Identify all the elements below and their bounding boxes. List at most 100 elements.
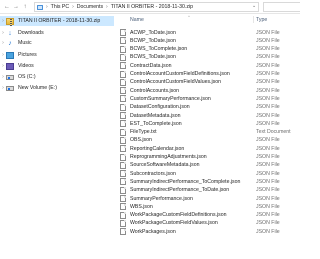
file-row[interactable]: BCWS_ToComplete.json JSON File	[115, 45, 300, 53]
file-type: JSON File	[256, 228, 280, 235]
file-name: WorkPackageCustomFieldValues.json	[130, 220, 218, 227]
file-type: JSON File	[256, 195, 280, 202]
file-row[interactable]: CustomSummaryPerformance.json JSON File	[115, 95, 300, 103]
file-row[interactable]: FileType.txt Text Document	[115, 128, 300, 136]
file-row[interactable]: EST_ToComplete.json JSON File	[115, 120, 300, 128]
breadcrumb-zip[interactable]: TITAN II ORBITER - 2018-11-30.zip	[111, 4, 193, 10]
file-row[interactable]: WBS.json JSON File	[115, 203, 300, 211]
file-name: ReprogrammingAdjustments.json	[130, 154, 207, 161]
file-row[interactable]: OBS.json JSON File	[115, 136, 300, 144]
search-input[interactable]	[263, 2, 300, 12]
file-type: JSON File	[256, 29, 280, 36]
file-type: JSON File	[256, 178, 280, 185]
tree-item-music[interactable]: › ♪ Music	[0, 38, 114, 48]
this-pc-icon	[37, 4, 43, 10]
tree-item-label: OS (C:)	[18, 74, 36, 80]
column-header-name[interactable]: Name ^	[130, 14, 250, 24]
file-row[interactable]: WorkPackageCustomFieldValues.json JSON Fi…	[115, 219, 300, 227]
tree-item-zip[interactable]: › TITAN II ORBITER - 2018-11-30.zip	[0, 16, 114, 26]
pictures-icon	[6, 51, 14, 59]
file-row[interactable]: Subcontractors.json JSON File	[115, 170, 300, 178]
tree-item-label: Music	[18, 40, 32, 46]
file-row[interactable]: ContractData.json JSON File	[115, 62, 300, 70]
json-file-icon	[120, 70, 126, 78]
column-header-label: Name	[130, 16, 144, 23]
file-name: CustomSummaryPerformance.json	[130, 95, 211, 102]
file-row[interactable]: ReprogrammingAdjustments.json JSON File	[115, 153, 300, 161]
file-type: JSON File	[256, 170, 280, 177]
music-icon: ♪	[8, 39, 12, 47]
file-name: ControlAccountCustomFieldDefinitions.jso…	[130, 71, 230, 78]
tree-item-videos[interactable]: › Videos	[0, 61, 114, 71]
json-file-icon	[120, 228, 126, 236]
file-name: ReportingCalendar.json	[130, 145, 185, 152]
zip-folder-icon	[6, 17, 14, 26]
drive-icon	[6, 75, 14, 80]
file-row[interactable]: BCWS_ToDate.json JSON File	[115, 53, 300, 61]
file-name: SummaryIndirectPerformance_ToDate.json	[130, 187, 230, 194]
file-type: JSON File	[256, 95, 280, 102]
tree-item-downloads[interactable]: › ↓ Downloads	[0, 28, 114, 38]
file-type: JSON File	[256, 112, 280, 119]
json-file-icon	[120, 178, 126, 186]
file-name: WBS.json	[130, 203, 153, 210]
forward-icon[interactable]: →	[12, 3, 20, 11]
tree-item-new-volume-e[interactable]: › New Volume (E:)	[0, 83, 114, 93]
breadcrumb[interactable]: › This PC › Documents › TITAN II ORBITER…	[34, 2, 259, 12]
breadcrumb-documents[interactable]: Documents	[77, 4, 103, 10]
file-row[interactable]: ControlAccounts.json JSON File	[115, 87, 300, 95]
file-type: JSON File	[256, 220, 280, 227]
file-row[interactable]: ControlAccountCustomFieldDefinitions.jso…	[115, 70, 300, 78]
file-row[interactable]: ReportingCalendar.json JSON File	[115, 145, 300, 153]
navigation-pane: › TITAN II ORBITER - 2018-11-30.zip › ↓ …	[0, 14, 114, 259]
file-row[interactable]: SummaryPerformance.json JSON File	[115, 195, 300, 203]
drive-icon	[6, 86, 14, 91]
json-file-icon	[120, 45, 126, 53]
json-file-icon	[120, 95, 126, 103]
json-file-icon	[120, 153, 126, 161]
chevron-down-icon[interactable]: ⌄	[252, 3, 256, 9]
json-file-icon	[120, 219, 126, 227]
file-name: OBS.json	[130, 137, 152, 144]
file-row[interactable]: DatasetMetadata.json JSON File	[115, 112, 300, 120]
file-name: BCWP_ToDate.json	[130, 37, 176, 44]
file-type: JSON File	[256, 154, 280, 161]
file-name: SourceSoftwareMetadata.json	[130, 162, 200, 169]
tree-item-pictures[interactable]: › Pictures	[0, 50, 114, 60]
downloads-icon: ↓	[8, 29, 12, 37]
column-header-type[interactable]: Type	[256, 15, 300, 24]
json-file-icon	[120, 87, 126, 95]
file-row[interactable]: BCWP_ToDate.json JSON File	[115, 37, 300, 45]
file-name: FileType.txt	[130, 129, 157, 136]
breadcrumb-this-pc[interactable]: This PC	[51, 4, 69, 10]
json-file-icon	[120, 62, 126, 70]
tree-item-os-c[interactable]: › OS (C:)	[0, 72, 114, 82]
file-row[interactable]: ACWP_ToDate.json JSON File	[115, 29, 300, 37]
file-type: JSON File	[256, 71, 280, 78]
tree-item-label: Videos	[18, 63, 34, 69]
file-row[interactable]: DatasetConfiguration.json JSON File	[115, 103, 300, 111]
file-type: JSON File	[256, 79, 280, 86]
file-name: DatasetMetadata.json	[130, 112, 181, 119]
file-row[interactable]: WorkPackages.json JSON File	[115, 228, 300, 236]
json-file-icon	[120, 112, 126, 120]
file-row[interactable]: SummaryIndirectPerformance_ToDate.json JS…	[115, 186, 300, 194]
file-type: JSON File	[256, 37, 280, 44]
file-row[interactable]: ControlAccountCustomFieldValues.json JSON…	[115, 78, 300, 86]
file-row[interactable]: WorkPackageCustomFieldDefinitions.json JS…	[115, 211, 300, 219]
file-row[interactable]: SourceSoftwareMetadata.json JSON File	[115, 161, 300, 169]
tree-item-label: Pictures	[18, 52, 37, 58]
up-icon[interactable]: ↑	[21, 3, 29, 11]
file-type: JSON File	[256, 203, 280, 210]
file-row[interactable]: SummaryIndirectPerformance_ToComplete.js…	[115, 178, 300, 186]
file-name: Subcontractors.json	[130, 170, 176, 177]
address-bar: ← → ↑ › This PC › Documents › TITAN II O…	[0, 0, 300, 14]
column-divider[interactable]	[253, 16, 254, 23]
json-file-icon	[120, 186, 126, 194]
back-icon[interactable]: ←	[3, 3, 11, 11]
file-name: WorkPackageCustomFieldDefinitions.json	[130, 212, 227, 219]
file-name: BCWS_ToComplete.json	[130, 46, 188, 53]
file-type: JSON File	[256, 120, 280, 127]
json-file-icon	[120, 29, 126, 37]
file-name: DatasetConfiguration.json	[130, 104, 190, 111]
